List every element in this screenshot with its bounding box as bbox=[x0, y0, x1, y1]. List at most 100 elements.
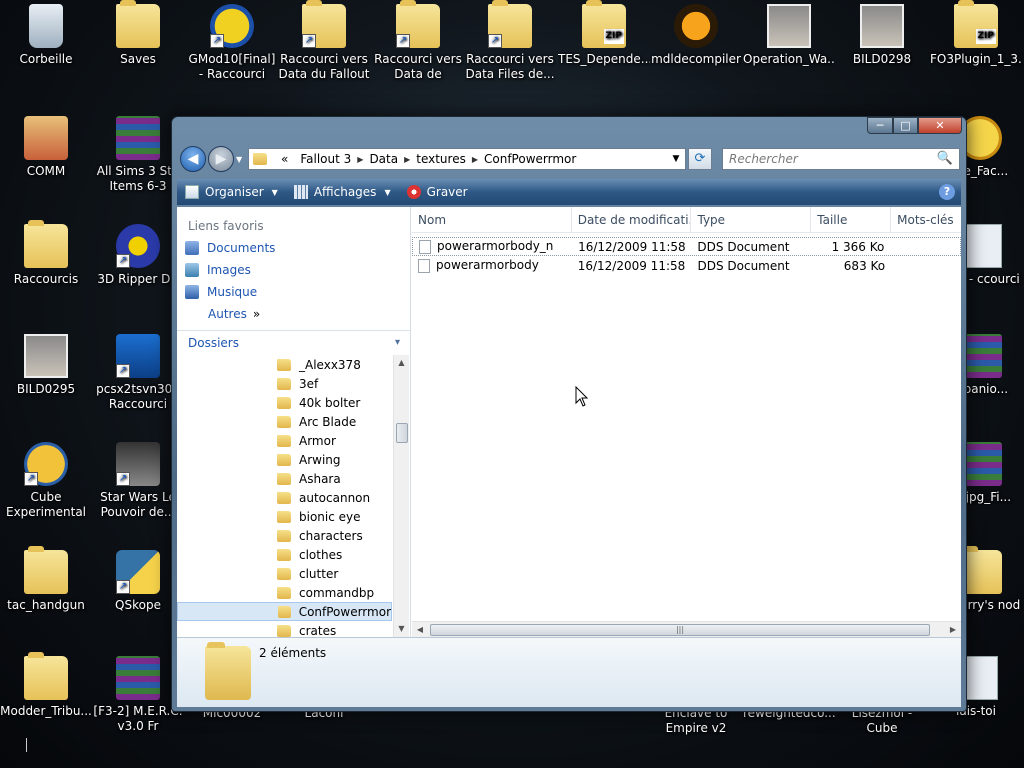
scroll-right-icon[interactable]: ▶ bbox=[945, 622, 961, 638]
back-button[interactable]: ◀ bbox=[180, 146, 206, 172]
scrollbar-thumb[interactable] bbox=[396, 423, 408, 443]
desktop-icon-fo3plugin[interactable]: FO3Plugin_1_3... bbox=[930, 0, 1022, 67]
column-size[interactable]: Taille bbox=[811, 207, 892, 233]
search-input[interactable]: Rechercher 🔍 bbox=[722, 148, 960, 170]
folders-header[interactable]: Dossiers ▾ bbox=[177, 330, 410, 354]
tree-item-ashara[interactable]: Ashara bbox=[177, 469, 392, 488]
tree-item-bionic-eye[interactable]: bionic eye bbox=[177, 507, 392, 526]
3d-ripper-icon: ↗ bbox=[116, 224, 160, 268]
forward-button[interactable]: ▶ bbox=[208, 146, 234, 172]
folder-tree-scrollbar[interactable]: ▲ ▼ bbox=[393, 355, 409, 637]
desktop-icon-tac-handgun[interactable]: tac_handgun bbox=[0, 546, 92, 613]
half-life-icon bbox=[674, 4, 718, 48]
desktop-icon-mdldecompiler[interactable]: mdldecompiler bbox=[650, 4, 742, 67]
file-date: 16/12/2009 11:58 bbox=[578, 239, 686, 254]
desktop-icon-saves[interactable]: Saves bbox=[92, 0, 184, 67]
address-row: ◀ ▶ ▼ « Fallout 3 ▶ Data ▶ textures ▶ Co… bbox=[178, 145, 960, 175]
shortcut-arrow-icon: ↗ bbox=[488, 34, 502, 48]
tree-item-clothes[interactable]: clothes bbox=[177, 545, 392, 564]
tree-item-label: Arc Blade bbox=[299, 414, 357, 429]
desktop-icon-oblivion-data[interactable]: ↗ Raccourci vers Data de Oblivion bbox=[372, 0, 464, 82]
gmod-icon: ↗ bbox=[210, 4, 254, 48]
file-row[interactable]: powerarmorbody_n 16/12/2009 11:58 DDS Do… bbox=[412, 237, 961, 256]
file-name-cell: powerarmorbody bbox=[412, 258, 572, 273]
desktop-icon-cube-experimental[interactable]: ↗ Cube Experimental bbox=[0, 442, 92, 520]
breadcrumb-data[interactable]: Data bbox=[369, 152, 398, 166]
shortcut-arrow-icon: ↗ bbox=[116, 472, 130, 486]
tree-item-3ef[interactable]: 3ef bbox=[177, 374, 392, 393]
favorite-music[interactable]: Musique bbox=[177, 281, 410, 303]
desktop-icon-fallout3-data[interactable]: ↗ Raccourci vers Data du Fallout 3 bbox=[278, 0, 370, 82]
favorite-images[interactable]: Images bbox=[177, 259, 410, 281]
documents-icon bbox=[185, 241, 199, 255]
breadcrumb-separator-icon[interactable]: ▶ bbox=[404, 155, 410, 164]
column-name[interactable]: Nom bbox=[412, 207, 572, 233]
tree-item-confpowerrmor[interactable]: ConfPowerrmor bbox=[177, 602, 392, 621]
tree-item-characters[interactable]: characters bbox=[177, 526, 392, 545]
shortcut-arrow-icon: ↗ bbox=[24, 472, 38, 486]
folder-icon bbox=[277, 586, 291, 599]
breadcrumb-fallout3[interactable]: Fallout 3 bbox=[300, 152, 351, 166]
column-date-modified[interactable]: Date de modificati... bbox=[572, 207, 692, 233]
address-bar[interactable]: « Fallout 3 ▶ Data ▶ textures ▶ ConfPowe… bbox=[248, 148, 686, 170]
address-dropdown-icon[interactable]: ▼ bbox=[667, 154, 685, 164]
minimize-button[interactable]: ─ bbox=[867, 117, 893, 134]
breadcrumb-separator-icon[interactable]: ▶ bbox=[357, 155, 363, 164]
tree-item-arc-blade[interactable]: Arc Blade bbox=[177, 412, 392, 431]
organize-menu[interactable]: Organiser ▼ bbox=[177, 179, 286, 205]
recent-pages-dropdown[interactable]: ▼ bbox=[236, 155, 246, 165]
breadcrumb-separator-icon[interactable]: ▶ bbox=[472, 155, 478, 164]
maximize-button[interactable]: □ bbox=[893, 117, 918, 134]
tree-item-40k-bolter[interactable]: 40k bolter bbox=[177, 393, 392, 412]
horizontal-scrollbar[interactable]: ◀ ||| ▶ bbox=[412, 621, 961, 637]
folder-icon bbox=[277, 358, 291, 371]
desktop-icon-bild0298[interactable]: BILD0298 bbox=[836, 4, 928, 67]
scroll-down-icon[interactable]: ▼ bbox=[394, 621, 409, 637]
tree-item-armor[interactable]: Armor bbox=[177, 431, 392, 450]
tree-item-commandbp[interactable]: commandbp bbox=[177, 583, 392, 602]
desktop-icon-data-files[interactable]: ↗ Raccourci vers Data Files de... bbox=[464, 0, 556, 82]
breadcrumb-overflow[interactable]: « bbox=[281, 152, 288, 166]
burn-button[interactable]: Graver bbox=[399, 179, 476, 205]
tree-item-clutter[interactable]: clutter bbox=[177, 564, 392, 583]
views-menu[interactable]: Affichages ▼ bbox=[286, 179, 399, 205]
folder-icon bbox=[24, 546, 68, 594]
breadcrumb-confpowerrmor[interactable]: ConfPowerrmor bbox=[484, 152, 576, 166]
zip-folder-icon bbox=[582, 0, 626, 48]
column-type[interactable]: Type bbox=[691, 207, 812, 233]
tree-item-label: autocannon bbox=[299, 490, 371, 505]
scroll-left-icon[interactable]: ◀ bbox=[412, 622, 428, 638]
tree-item-crates[interactable]: crates bbox=[177, 621, 392, 637]
tree-item-alexx378[interactable]: _Alexx378 bbox=[177, 355, 392, 374]
scrollbar-thumb[interactable]: ||| bbox=[430, 624, 930, 636]
desktop-icon-bild0295[interactable]: BILD0295 bbox=[0, 334, 92, 397]
desktop-icon-recycle-bin[interactable]: Corbeille bbox=[0, 4, 92, 67]
favorite-others[interactable]: Autres » bbox=[177, 303, 410, 325]
tree-item-label: clothes bbox=[299, 547, 343, 562]
desktop-icon-gmod[interactable]: ↗ GMod10[Final] - Raccourci bbox=[186, 4, 278, 82]
folder-icon bbox=[24, 220, 68, 268]
text-caret bbox=[26, 738, 27, 752]
desktop-icon-tes-dependencies[interactable]: TES_Depende... bbox=[558, 0, 650, 67]
tree-item-arwing[interactable]: Arwing bbox=[177, 450, 392, 469]
folder-icon bbox=[277, 415, 291, 428]
desktop-icon-raccourcis[interactable]: Raccourcis bbox=[0, 220, 92, 287]
refresh-button[interactable]: ⟳ bbox=[688, 148, 712, 170]
folder-icon bbox=[205, 642, 251, 700]
scroll-up-icon[interactable]: ▲ bbox=[394, 355, 409, 371]
tree-item-autocannon[interactable]: autocannon bbox=[177, 488, 392, 507]
help-button[interactable]: ? bbox=[939, 184, 955, 200]
favorite-documents[interactable]: Documents bbox=[177, 237, 410, 259]
desktop-icon-operation-wa[interactable]: Operation_Wa... bbox=[743, 4, 835, 67]
tree-item-label: 3ef bbox=[299, 376, 319, 391]
favorite-label: Musique bbox=[207, 285, 258, 299]
folder-icon bbox=[277, 510, 291, 523]
search-icon[interactable]: 🔍 bbox=[937, 151, 953, 166]
desktop-icon-modder-tribu[interactable]: Modder_Tribu... bbox=[0, 652, 92, 719]
column-tags[interactable]: Mots-clés bbox=[891, 207, 961, 233]
file-row[interactable]: powerarmorbody 16/12/2009 11:58 DDS Docu… bbox=[412, 256, 961, 275]
close-button[interactable]: ✕ bbox=[918, 117, 962, 134]
views-icon bbox=[293, 185, 308, 199]
breadcrumb-textures[interactable]: textures bbox=[416, 152, 466, 166]
desktop-icon-comm[interactable]: COMM bbox=[0, 116, 92, 179]
